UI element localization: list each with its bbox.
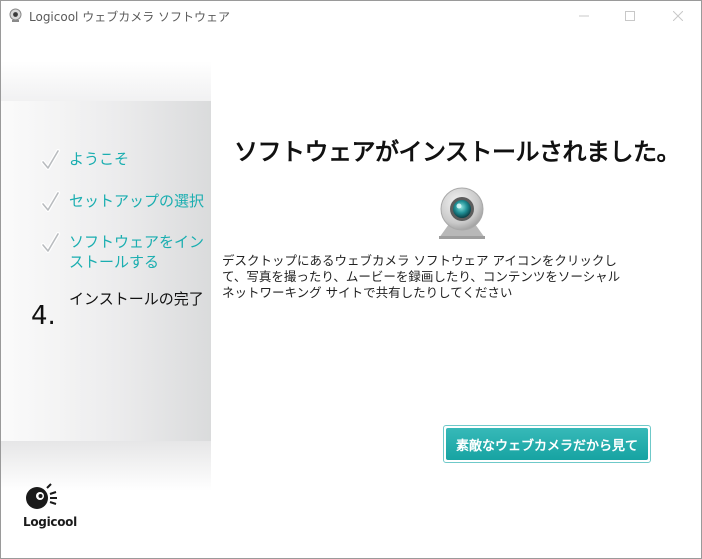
close-icon: [673, 11, 683, 21]
showcase-button-label: 素敵なウェブカメラだから見て: [446, 428, 648, 460]
step-number: 4.: [31, 301, 56, 331]
logicool-mark-icon: [26, 483, 57, 509]
check-icon: [41, 149, 60, 170]
minimize-icon: [579, 15, 589, 17]
description-text: デスクトップにあるウェブカメラ ソフトウェア アイコンをクリックして、写真を撮っ…: [222, 253, 621, 300]
step-label: インストールの完了: [69, 290, 204, 308]
step-label: ようこそ: [69, 150, 130, 168]
check-icon: [41, 191, 60, 212]
minimize-button[interactable]: [561, 1, 607, 31]
webcam-app-icon: [9, 8, 22, 22]
check-icon: [41, 232, 60, 253]
maximize-icon: [625, 11, 635, 21]
window-title: Logicool ウェブカメラ ソフトウェア: [29, 10, 231, 24]
installer-window: Logicool ウェブカメラ ソフトウェア ようこそ セットアップの選択 ソフ: [0, 0, 702, 559]
webcam-icon: [439, 187, 485, 239]
page-heading: ソフトウェアがインストールされました。: [234, 138, 681, 166]
logo-wordmark: Logicool: [23, 515, 77, 529]
title-bar[interactable]: Logicool ウェブカメラ ソフトウェア: [1, 1, 701, 31]
logicool-logo: Logicool: [23, 483, 79, 533]
close-button[interactable]: [655, 1, 701, 31]
step-label: ソフトウェアをインストールする: [69, 233, 205, 271]
step-label: セットアップの選択: [69, 192, 205, 210]
showcase-button[interactable]: 素敵なウェブカメラだから見て: [443, 425, 651, 463]
maximize-button[interactable]: [607, 1, 653, 31]
